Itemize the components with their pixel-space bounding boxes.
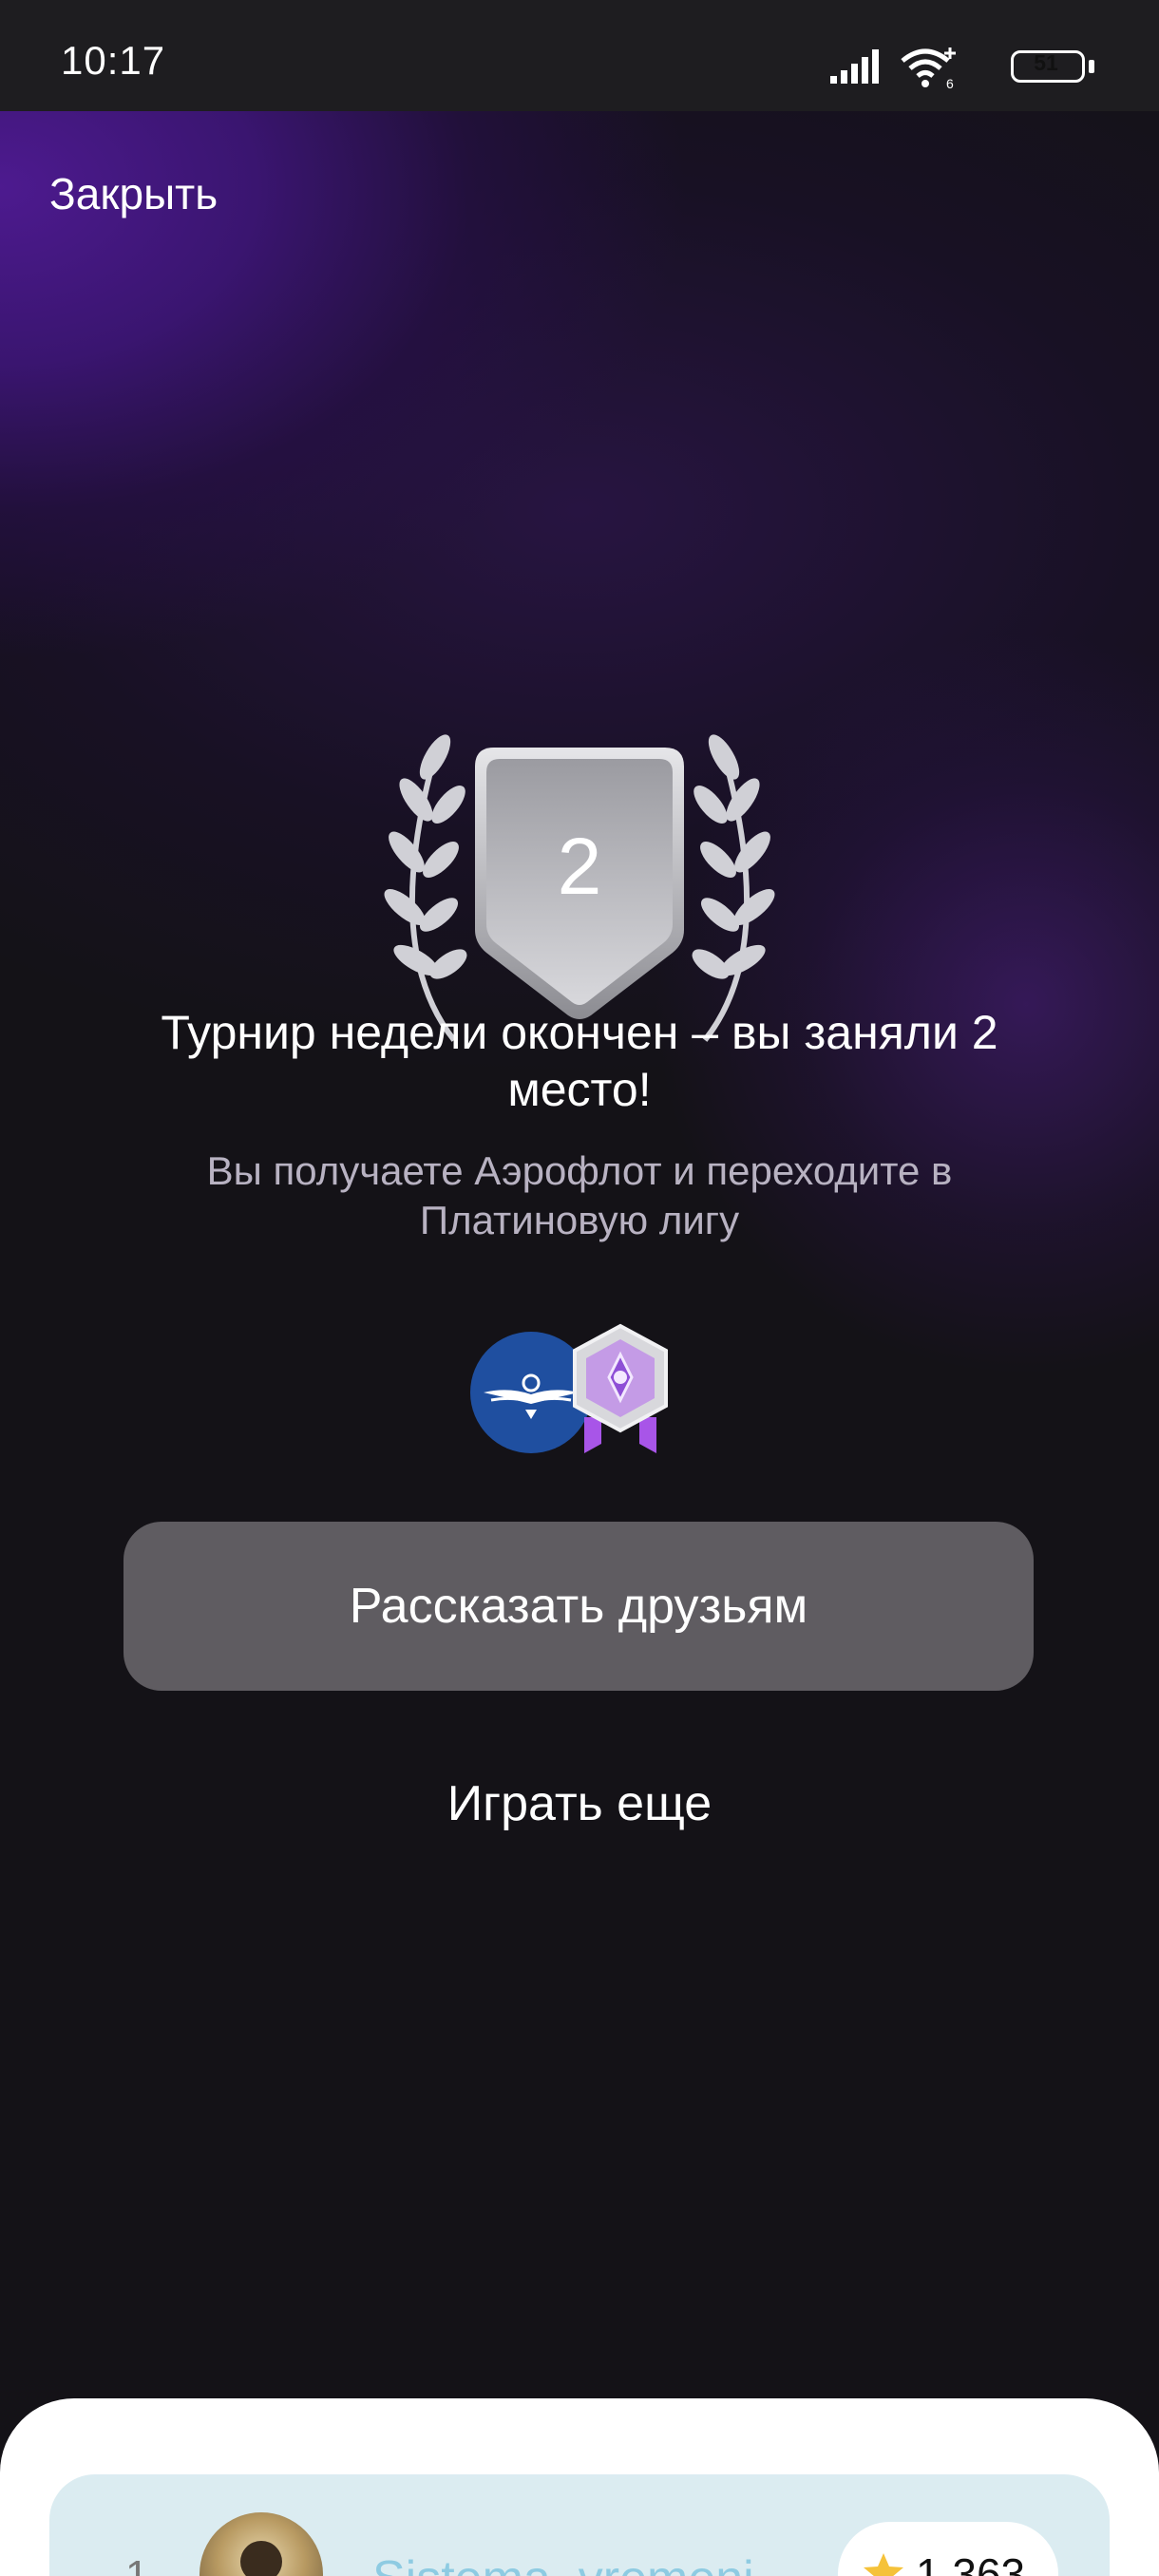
signal-icon xyxy=(830,49,879,84)
place-badge: 2 xyxy=(384,734,775,1042)
tournament-result-screen: Закрыть 2 Турнир недели окончен – вы зан… xyxy=(0,111,1159,2576)
score-value: 1 363 xyxy=(916,2549,1026,2576)
rewards xyxy=(470,1322,684,1455)
platinum-league-icon xyxy=(573,1323,668,1453)
status-bar: 10:17 6 51 xyxy=(0,0,1159,111)
star-icon xyxy=(864,2553,903,2576)
status-time: 10:17 xyxy=(61,38,166,83)
laurel-right-icon xyxy=(692,734,775,1042)
close-button[interactable]: Закрыть xyxy=(49,168,218,219)
leaderboard-sheet[interactable]: 1 Sistema_vremeni 1 363 xyxy=(0,2398,1159,2576)
score-badge: 1 363 xyxy=(838,2522,1058,2576)
leaderboard-row[interactable]: 1 Sistema_vremeni 1 363 xyxy=(49,2474,1110,2576)
status-icons: 6 51 xyxy=(722,46,1102,89)
result-subtitle: Вы получаете Аэрофлот и переходите в Пла… xyxy=(206,1148,953,1242)
place-number: 2 xyxy=(558,822,602,911)
battery-cap xyxy=(1089,60,1094,73)
share-with-friends-button[interactable]: Рассказать друзьям xyxy=(124,1522,1034,1691)
avatar[interactable] xyxy=(200,2512,323,2576)
battery-icon: 51 xyxy=(1011,50,1085,83)
result-title: Турнир недели окончен – вы заняли 2 мест… xyxy=(161,1006,998,1116)
play-again-link[interactable]: Играть еще xyxy=(0,1775,1159,1832)
player-name-link[interactable]: Sistema_vremeni xyxy=(372,2550,754,2576)
leader-rank: 1 xyxy=(125,2552,149,2576)
battery-level: 51 xyxy=(1034,50,1058,75)
laurel-left-icon xyxy=(384,734,467,1042)
wifi-icon: 6 xyxy=(901,47,956,89)
wifi-badge: 6 xyxy=(946,76,954,89)
